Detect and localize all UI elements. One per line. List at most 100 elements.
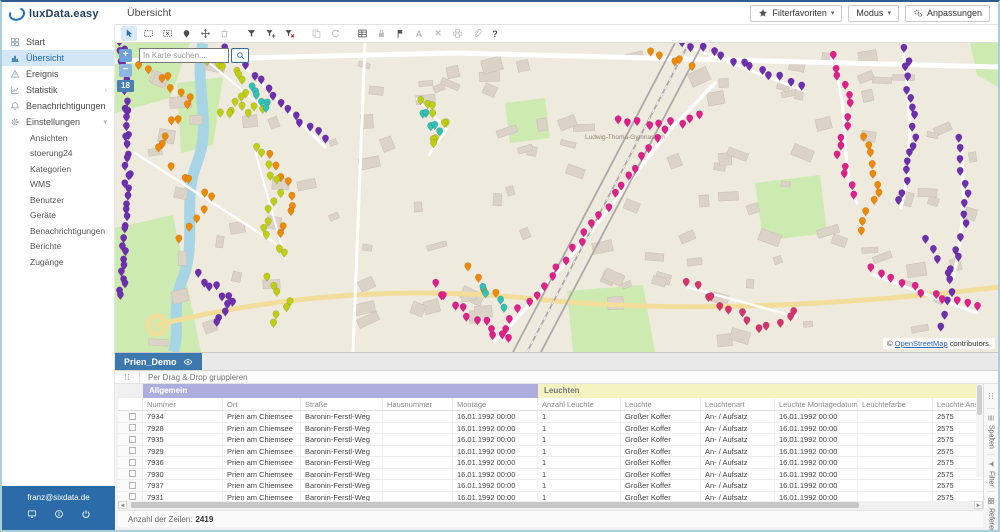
side-tab-spalten[interactable]: Spalten: [987, 408, 995, 454]
lock-tool[interactable]: [373, 26, 389, 41]
filter-clear-tool[interactable]: [281, 26, 297, 41]
sidebar-subitem-benachrichtigungen[interactable]: Benachrichtigungen: [2, 223, 114, 239]
side-tab-referenzen[interactable]: Referenzen: [987, 491, 995, 532]
table-row[interactable]: 7928Prien am ChiemseeBaronin-Ferstl-Weg1…: [118, 423, 983, 435]
s-warn-icon: [10, 69, 20, 79]
eye-icon[interactable]: [183, 357, 193, 367]
osm-link[interactable]: OpenStreetMap: [895, 339, 948, 348]
sidebar-item-statistik[interactable]: Statistik›: [2, 82, 114, 98]
anpassungen-button[interactable]: Anpassungen: [905, 5, 990, 22]
refresh-icon: [330, 28, 341, 39]
modus-button[interactable]: Modus ▾: [848, 5, 899, 22]
scroll-thumb[interactable]: [131, 502, 859, 508]
sidebar-subitem-ansichten[interactable]: Ansichten: [2, 130, 114, 146]
scroll-left-arrow[interactable]: ◄: [118, 501, 127, 509]
row-checkbox[interactable]: [129, 424, 136, 431]
column-header-leuchte-montagedatum[interactable]: Leuchte Montagedatum: [775, 398, 858, 411]
table-icon: [357, 28, 368, 39]
column-header-leuchtenart[interactable]: Leuchtenart: [701, 398, 775, 411]
cursor-icon: [124, 28, 135, 39]
sidebar-subitem-wms[interactable]: WMS: [2, 177, 114, 193]
grid-vertical-scrollbar[interactable]: [976, 384, 983, 477]
delete-tool[interactable]: [216, 26, 232, 41]
row-checkbox[interactable]: [129, 459, 136, 466]
chevron-down-icon: ▾: [831, 9, 835, 17]
row-checkbox[interactable]: [129, 493, 136, 500]
table-row[interactable]: 7936Prien am ChiemseeBaronin-Ferstl-Weg1…: [118, 457, 983, 469]
sidebar-subitem-zug-nge[interactable]: Zugänge: [2, 254, 114, 270]
column-header-leuchtefarbe[interactable]: Leuchtefarbe: [858, 398, 933, 411]
map-view[interactable]: Ludwig-Thoma-Gymnasium + − 18 © OpenStre…: [115, 43, 998, 352]
side-tab-filter[interactable]: Filter: [987, 454, 995, 492]
sidebar-item-ereignis[interactable]: Ereignis: [2, 66, 114, 82]
row-checkbox[interactable]: [129, 482, 136, 489]
copy-tool[interactable]: [308, 26, 324, 41]
table-row[interactable]: 7937Prien am ChiemseeBaronin-Ferstl-Weg1…: [118, 480, 983, 492]
column-header-stra-e[interactable]: Straße: [301, 398, 383, 411]
group-by-hint-row[interactable]: Per Drag & Drop gruppieren: [115, 371, 998, 384]
grid-side-tabs: SpaltenFilterReferenzen: [983, 384, 998, 509]
filter-tool[interactable]: [243, 26, 259, 41]
table-row[interactable]: 7935Prien am ChiemseeBaronin-Ferstl-Weg1…: [118, 434, 983, 446]
filter-add-tool[interactable]: [262, 26, 278, 41]
column-header-hausnummer[interactable]: Hausnummer: [383, 398, 453, 411]
zoom-out-button[interactable]: −: [119, 64, 132, 77]
user-email: franz@sixdata.de: [2, 486, 115, 502]
app-window: luxData.easy Übersicht Filterfavoriten ▾…: [0, 0, 1000, 532]
map-attribution: © OpenStreetMap contributors.: [883, 338, 995, 349]
help-tool[interactable]: ?: [487, 26, 503, 41]
info-icon[interactable]: [54, 509, 64, 519]
column-header-leuchte[interactable]: Leuchte: [621, 398, 701, 411]
power-icon[interactable]: [81, 509, 91, 519]
map-canvas[interactable]: Ludwig-Thoma-Gymnasium: [115, 43, 998, 352]
filter-favorites-button[interactable]: Filterfavoriten ▾: [750, 5, 842, 22]
sidebar-item-start[interactable]: Start: [2, 34, 114, 50]
rect-select-tool[interactable]: [140, 26, 156, 41]
row-checkbox[interactable]: [129, 413, 136, 420]
column-header-ort[interactable]: Ort: [223, 398, 301, 411]
column-header-anzahl-leuchte[interactable]: Anzahl Leuchte: [538, 398, 621, 411]
map-search-input[interactable]: [139, 48, 229, 63]
sidebar-item-benachrichtigungen[interactable]: Benachrichtigungen: [2, 98, 114, 114]
table-row[interactable]: 7929Prien am ChiemseeBaronin-Ferstl-Weg1…: [118, 446, 983, 458]
table-row[interactable]: 7931Prien am ChiemseeBaronin-Ferstl-Weg1…: [118, 492, 983, 502]
scroll-right-arrow[interactable]: ►: [974, 501, 983, 509]
tab-prien-demo[interactable]: Prien_Demo: [115, 353, 202, 370]
print-tool[interactable]: [449, 26, 465, 41]
monitor-icon[interactable]: [27, 509, 37, 519]
cols-icon: [987, 414, 995, 422]
trash-icon: [219, 28, 230, 39]
sidebar-subitem-ger-te[interactable]: Geräte: [2, 208, 114, 224]
select-tool[interactable]: [121, 26, 137, 41]
sidebar-subitem-berichte[interactable]: Berichte: [2, 239, 114, 255]
column-header-nummer[interactable]: Nummer: [143, 398, 223, 411]
zoom-in-button[interactable]: +: [119, 49, 132, 62]
row-checkbox[interactable]: [129, 436, 136, 443]
map-label-school: Ludwig-Thoma-Gymnasium: [585, 134, 665, 141]
map-search-button[interactable]: [231, 48, 249, 63]
sidebar-subitem-kategorien[interactable]: Kategorien: [2, 161, 114, 177]
move-tool[interactable]: [197, 26, 213, 41]
table-row[interactable]: 7930Prien am ChiemseeBaronin-Ferstl-Weg1…: [118, 469, 983, 481]
map-search: [139, 48, 249, 63]
label-tool[interactable]: A: [411, 26, 427, 41]
sidebar-subitem-benutzer[interactable]: Benutzer: [2, 192, 114, 208]
marker-tool[interactable]: [178, 26, 194, 41]
row-checkbox[interactable]: [129, 470, 136, 477]
sidebar-item--bersicht[interactable]: Übersicht: [2, 50, 114, 66]
table-row[interactable]: 7934Prien am ChiemseeBaronin-Ferstl-Weg1…: [118, 411, 983, 423]
group-header-allgemein: Allgemein: [143, 384, 538, 398]
sidebar-subitem-stoerung24[interactable]: stoerung24: [2, 146, 114, 162]
sidebar-item-einstellungen[interactable]: Einstellungen▾: [2, 114, 114, 130]
attachment-tool[interactable]: [468, 26, 484, 41]
close-tool[interactable]: ✕: [430, 26, 446, 41]
s-stats-icon: [10, 85, 20, 95]
refresh-tool[interactable]: [327, 26, 343, 41]
column-header-montage[interactable]: Montage: [453, 398, 538, 411]
flag-tool[interactable]: [392, 26, 408, 41]
table-tool[interactable]: [354, 26, 370, 41]
grid-header-row: NummerOrtStraßeHausnummerMontageAnzahl L…: [118, 398, 983, 411]
rect-deselect-tool[interactable]: [159, 26, 175, 41]
grid-horizontal-scrollbar[interactable]: ◄ ►: [118, 501, 983, 509]
row-checkbox[interactable]: [129, 447, 136, 454]
